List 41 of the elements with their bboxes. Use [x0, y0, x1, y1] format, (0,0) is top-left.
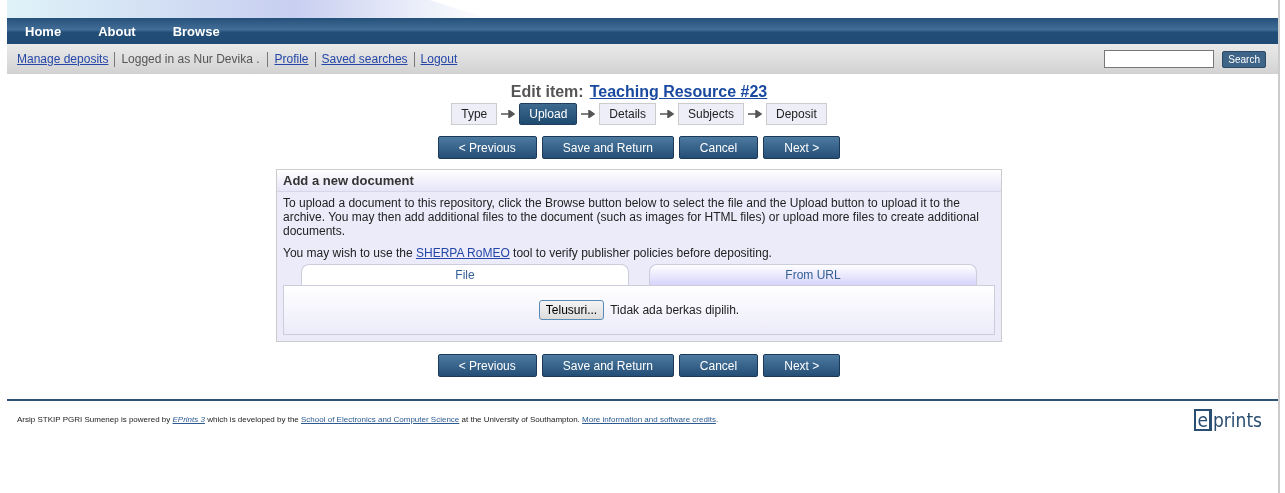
stage-tab[interactable]: Details [599, 103, 656, 125]
action-button[interactable]: Save and Return [541, 136, 674, 159]
stage-tab[interactable]: Deposit [766, 103, 827, 125]
arrow-icon [501, 110, 516, 118]
browse-button[interactable]: Telusuri... [538, 300, 605, 320]
footer-link[interactable]: EPrints 3 [172, 415, 205, 424]
user-link[interactable]: Manage deposits [17, 52, 109, 66]
action-button[interactable]: Next > [763, 354, 841, 377]
user-link[interactable]: Logout [420, 52, 458, 66]
arrow-icon [660, 110, 674, 118]
nav-link[interactable]: About [98, 23, 136, 39]
footer-text: Arsip STKIP PGRI Sumenep is powered by EPrints 3 which is developed by the School of Electronics and Computer Science at the University of Southampton. More information and software credits. [17, 415, 719, 424]
arrow-icon [748, 110, 763, 118]
stage-tab[interactable]: Type [451, 103, 498, 125]
policy-note: You may wish to use the SHERPA RoMEO tool to verify publisher policies before depositing. [283, 246, 773, 260]
panel-title: Add a new document [277, 170, 1001, 192]
edit-item-label: Edit item: [510, 83, 584, 101]
item-title-link[interactable]: Teaching Resource #23 [589, 83, 768, 101]
footer-link[interactable]: More information and software credits [582, 415, 716, 424]
stage-tab[interactable]: Upload [519, 103, 578, 125]
search-button[interactable]: Search [1222, 50, 1266, 68]
login-status: Logged in as Nur Devika . [121, 52, 260, 66]
action-button[interactable]: Cancel [678, 354, 759, 377]
search-field[interactable] [1104, 50, 1215, 68]
instructions-text: To upload a document to this repository, click the Browse button below to select the file and the Upload button to upload it to the archive. You may then add additional files to the document (such as images for HTML files) or upload more files to create additional documents. [283, 196, 980, 238]
file-status: Tidak ada berkas dipilih. [610, 303, 740, 317]
nav-link[interactable]: Home [25, 23, 62, 39]
action-button[interactable]: Cancel [678, 136, 759, 159]
source-tab[interactable]: File [301, 264, 629, 285]
action-button[interactable]: < Previous [437, 136, 537, 159]
user-link[interactable]: Profile [274, 52, 309, 66]
footer-link[interactable]: School of Electronics and Computer Science [301, 415, 460, 424]
action-button[interactable]: < Previous [437, 354, 537, 377]
stage-tab[interactable]: Subjects [678, 103, 745, 125]
action-button[interactable]: Next > [763, 136, 841, 159]
nav-link[interactable]: Browse [172, 23, 220, 39]
user-link[interactable]: Saved searches [321, 52, 408, 66]
action-button[interactable]: Save and Return [541, 354, 674, 377]
source-tab[interactable]: From URL [649, 264, 977, 285]
arrow-icon [581, 110, 596, 118]
sherpa-romeo-link[interactable]: SHERPA RoMEO [415, 246, 510, 260]
